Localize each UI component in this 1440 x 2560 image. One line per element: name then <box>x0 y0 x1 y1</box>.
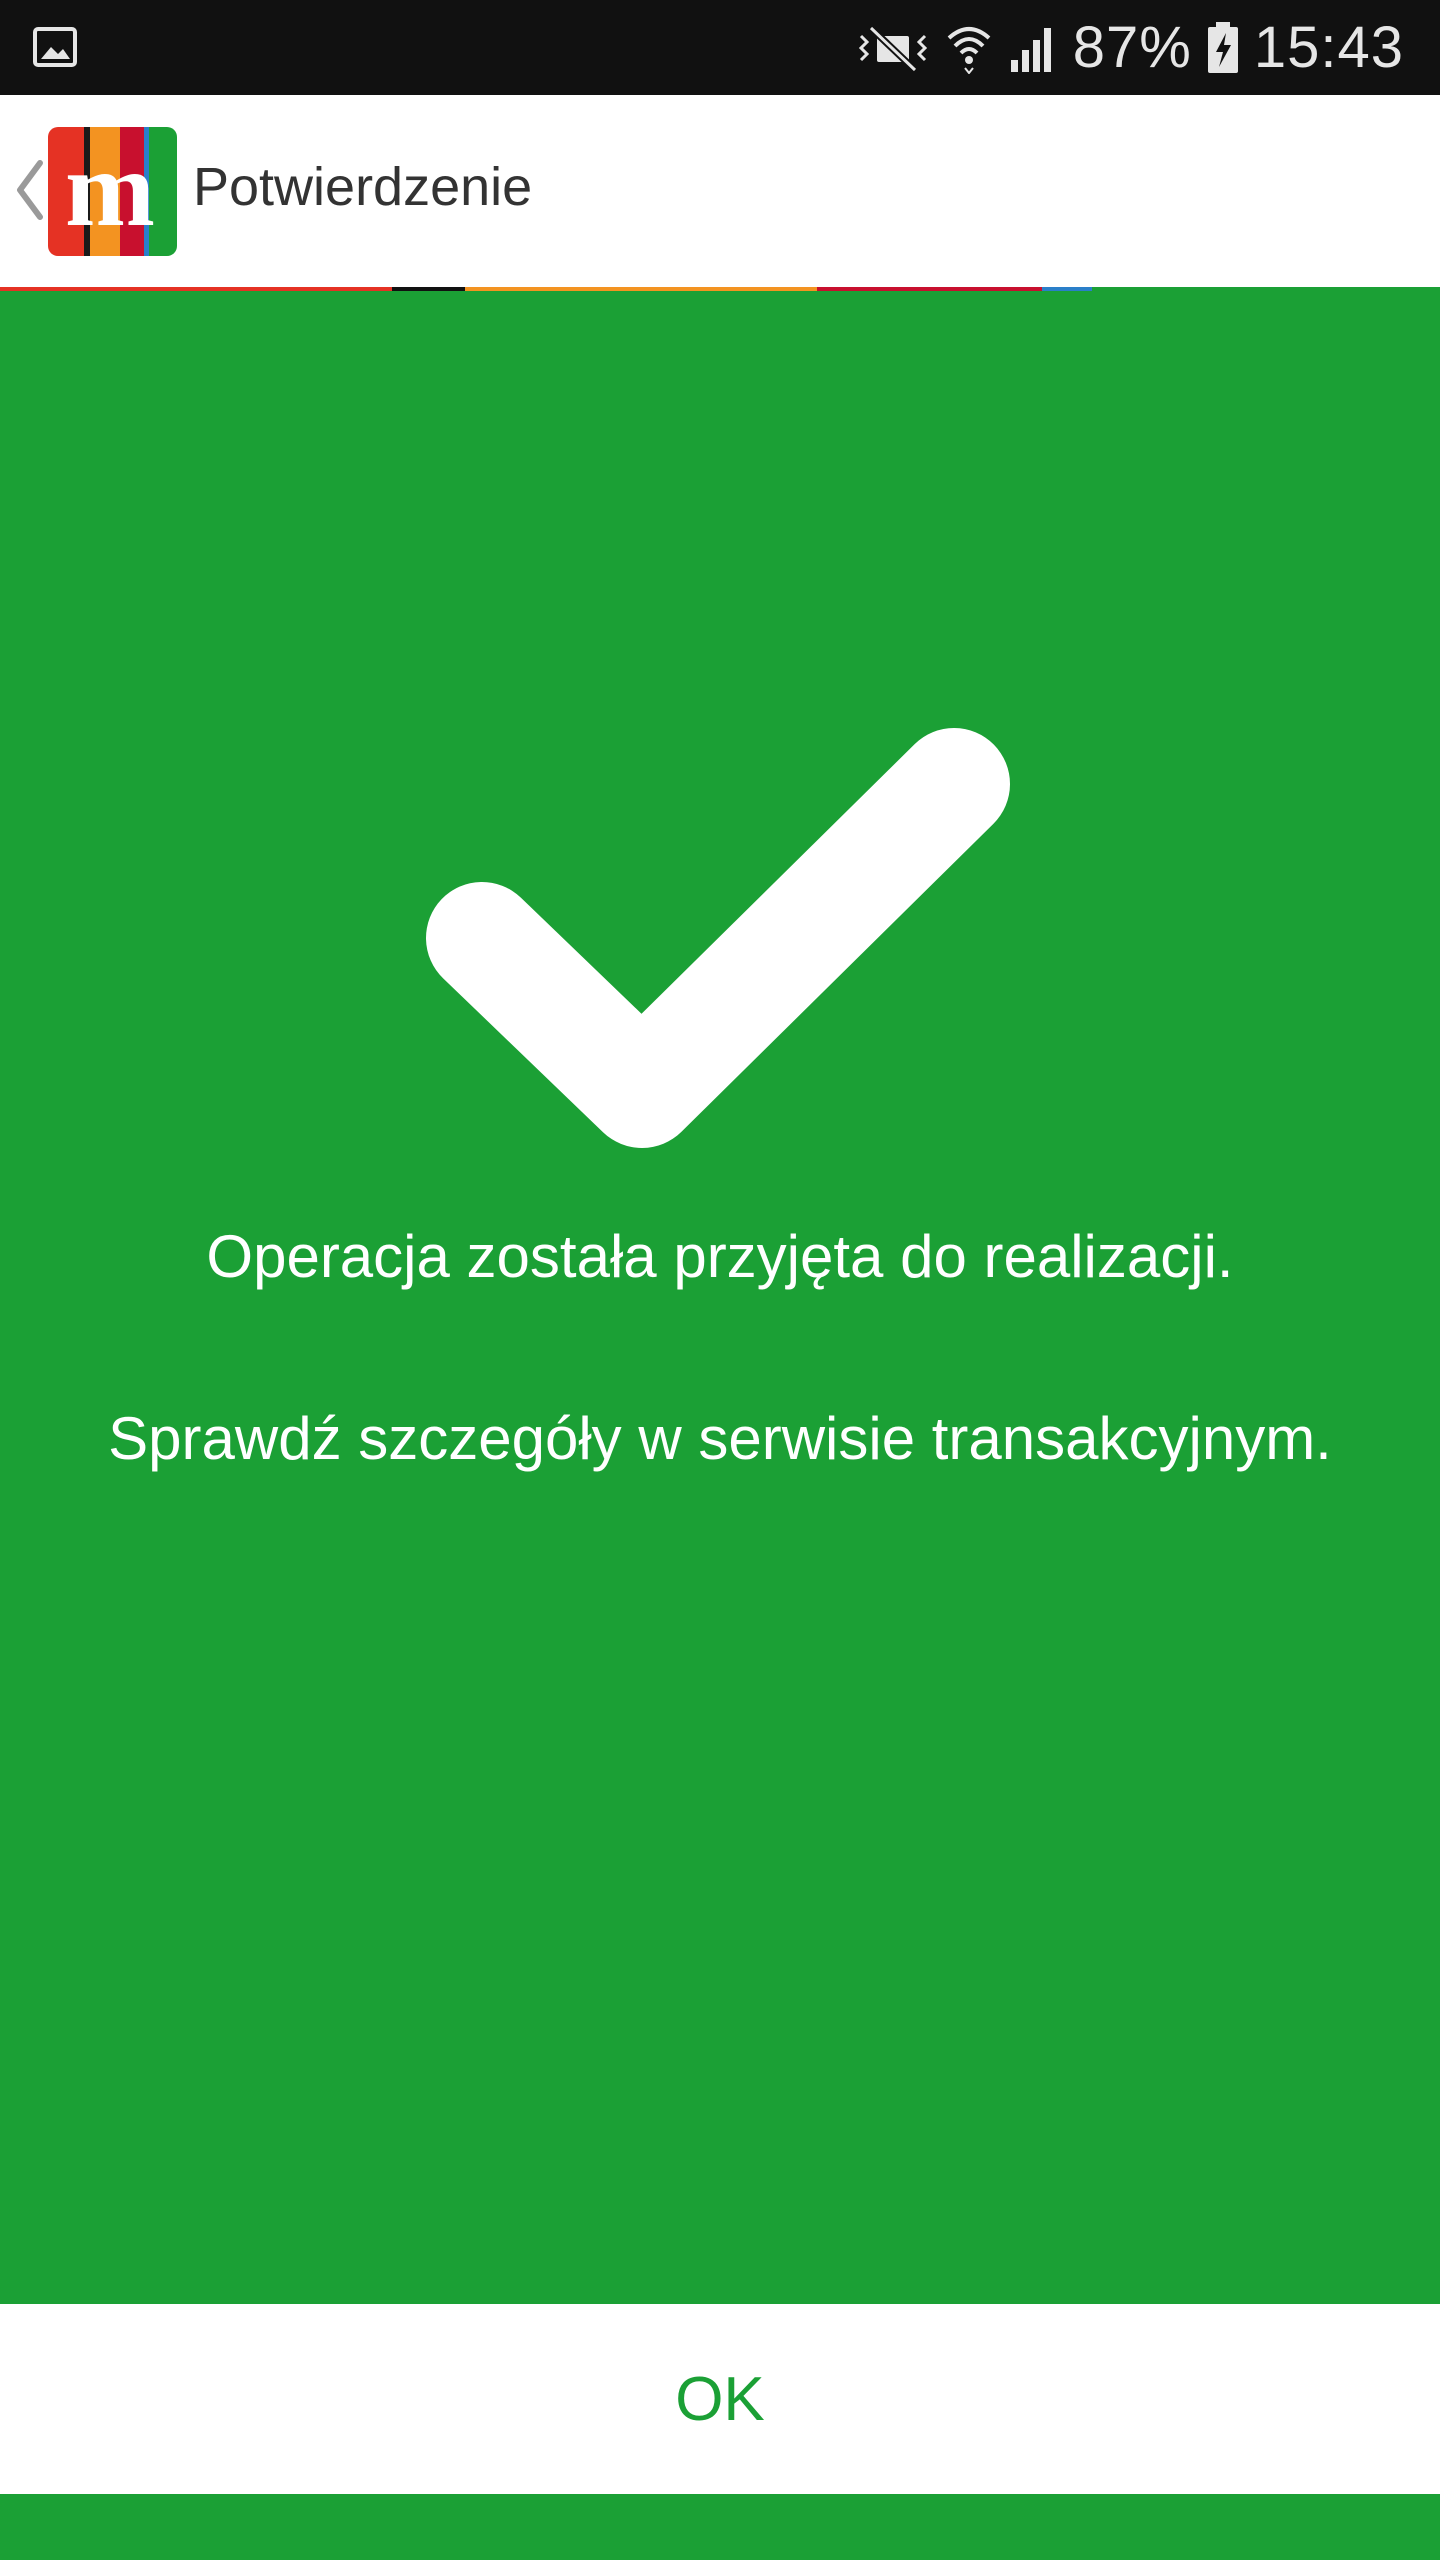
gallery-icon <box>33 27 77 67</box>
status-indicators: 87% 15:43 <box>855 0 1404 95</box>
details-hint-message: Sprawdź szczegóły w serwisie transakcyjn… <box>108 1405 1332 1472</box>
check-icon <box>426 728 1010 1148</box>
battery-percent: 87% <box>1072 15 1192 80</box>
header-color-strip <box>0 287 1440 291</box>
app-logo[interactable]: m <box>48 127 177 256</box>
signal-icon <box>1010 27 1051 72</box>
vibrate-mute-icon <box>858 24 927 73</box>
svg-text:m: m <box>65 130 155 249</box>
status-bar: 87% 15:43 <box>0 0 1440 95</box>
page-title: Potwierdzenie <box>193 157 533 217</box>
clock: 15:43 <box>1253 15 1404 80</box>
battery-charging-icon <box>1207 21 1238 73</box>
confirmation-message: Operacja została przyjęta do realizacji. <box>206 1223 1234 1290</box>
action-bar: m Potwierdzenie <box>0 95 1440 287</box>
ok-button[interactable]: OK <box>0 2304 1440 2494</box>
mbank-logo-icon: m <box>48 127 177 256</box>
chevron-left-icon[interactable] <box>10 155 48 225</box>
wifi-icon <box>947 26 991 74</box>
